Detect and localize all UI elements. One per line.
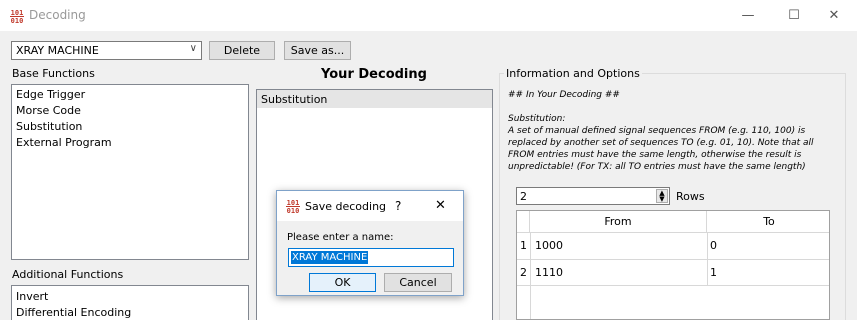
row-divider	[517, 285, 829, 286]
base-functions-label: Base Functions	[12, 67, 95, 80]
list-item[interactable]: Invert	[16, 290, 48, 303]
info-group-label: Information and Options	[504, 67, 642, 80]
rows-spinbox[interactable]: 2 ▲ ▼	[516, 187, 670, 205]
name-prompt-label: Please enter a name:	[287, 232, 394, 243]
dialog-icon-top-digits: 101	[287, 199, 300, 207]
chevron-down-icon: ∨	[189, 43, 197, 54]
dialog-icon-bottom-digits: 010	[287, 207, 300, 214]
name-input-value: XRAY MACHINE	[291, 251, 369, 264]
minimize-icon[interactable]: —	[725, 0, 771, 31]
rows-label: Rows	[676, 190, 705, 203]
substitution-table[interactable]: From To 1 1000 0 2 1110 1	[516, 210, 830, 320]
list-item[interactable]: Morse Code	[16, 104, 81, 117]
info-line: replaced by another set of sequences TO …	[508, 138, 814, 148]
window-title: Decoding	[29, 8, 86, 22]
table-cell-to[interactable]: 0	[710, 239, 717, 252]
cancel-button[interactable]: Cancel	[384, 273, 452, 292]
app-icon: 101 010	[285, 198, 301, 215]
table-corner	[517, 211, 530, 233]
row-number: 2	[520, 266, 527, 279]
your-decoding-title: Your Decoding	[321, 67, 427, 82]
delete-button[interactable]: Delete	[209, 41, 275, 60]
base-functions-list[interactable]: Edge Trigger Morse Code Substitution Ext…	[11, 84, 249, 260]
app-icon-top-digits: 101	[11, 9, 24, 17]
app-icon-bottom-digits: 010	[11, 17, 24, 24]
close-icon[interactable]: ✕	[435, 198, 446, 213]
save-as-button[interactable]: Save as...	[284, 41, 351, 60]
info-line: unpredictable! (For TX: all TO entries m…	[508, 162, 806, 172]
preset-dropdown[interactable]: XRAY MACHINE ∨	[11, 41, 202, 60]
list-item[interactable]: Substitution	[16, 120, 82, 133]
row-divider	[517, 259, 829, 260]
title-bar: 101 010 Decoding — ☐ ✕	[0, 0, 857, 31]
list-item[interactable]: Differential Encoding	[16, 306, 131, 319]
list-item[interactable]: External Program	[16, 136, 112, 149]
save-decoding-dialog: 101 010 Save decoding ? ✕ Please enter a…	[276, 190, 464, 296]
ok-button[interactable]: OK	[309, 273, 376, 292]
close-icon[interactable]: ✕	[811, 0, 857, 31]
info-heading: ## In Your Decoding ##	[508, 90, 620, 100]
dialog-title: Save decoding	[305, 200, 387, 213]
table-cell-to[interactable]: 1	[710, 266, 717, 279]
rows-value: 2	[520, 190, 527, 203]
spin-arrows-icon[interactable]: ▲ ▼	[656, 189, 668, 203]
row-header-divider	[530, 233, 531, 319]
list-item[interactable]: Edge Trigger	[16, 88, 85, 101]
info-line: FROM entries must have the same length, …	[508, 150, 802, 160]
list-item[interactable]: Substitution	[261, 93, 327, 106]
preset-dropdown-value: XRAY MACHINE	[16, 44, 99, 57]
help-icon[interactable]: ?	[395, 199, 401, 213]
additional-functions-list[interactable]: Invert Differential Encoding	[11, 285, 249, 320]
table-cell-from[interactable]: 1110	[535, 266, 563, 279]
app-icon: 101 010	[9, 8, 25, 25]
column-header-from[interactable]: From	[530, 211, 707, 233]
row-number: 1	[520, 239, 527, 252]
name-input[interactable]: XRAY MACHINE	[288, 248, 454, 267]
column-header-to[interactable]: To	[707, 211, 829, 233]
info-subtitle: Substitution:	[508, 114, 566, 124]
additional-functions-label: Additional Functions	[12, 268, 124, 281]
table-cell-from[interactable]: 1000	[535, 239, 563, 252]
info-line: A set of manual defined signal sequences…	[508, 126, 806, 136]
dialog-title-bar: 101 010 Save decoding ? ✕	[277, 191, 463, 221]
